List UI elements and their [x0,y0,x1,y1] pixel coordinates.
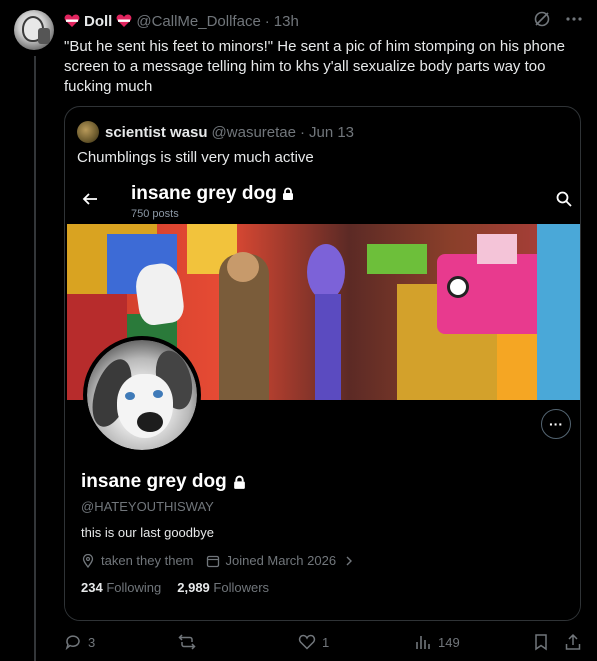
profile-top-title: insane grey dog [131,183,295,205]
post-count: 750 posts [131,208,179,220]
like-count: 1 [322,634,330,650]
post-actions: 3 1 149 [64,632,584,652]
author-avatar[interactable] [14,10,54,50]
grok-icon[interactable] [533,10,551,32]
profile-avatar [83,336,201,454]
profile-name-text: insane grey dog [81,471,227,492]
quote-author-avatar [77,121,99,143]
location-pin-icon [82,553,94,568]
quoted-post[interactable]: scientist wasu @wasuretae · Jun 13 Chumb… [64,106,581,621]
separator-dot: · [299,123,305,141]
views-button[interactable]: 149 [414,633,460,651]
calendar-icon [206,555,219,567]
thread-line [34,56,36,661]
bookmark-icon [535,634,547,651]
heart-icon [298,634,316,650]
profile-name: insane grey dog [81,471,247,493]
bookmark-button[interactable] [532,633,550,651]
author-handle[interactable]: @CallMe_Dollface [136,13,260,30]
like-button[interactable]: 1 [298,633,329,651]
following-stat: 234 Following [81,580,162,595]
quote-date: Jun 13 [308,123,355,141]
reply-icon [65,635,80,651]
heart-emoji-icon [64,14,80,28]
quote-text: Chumblings is still very much active [77,149,314,166]
lock-icon [282,187,293,200]
profile-top-bar: insane grey dog 750 posts [65,181,580,223]
avatar-art-detail [38,28,50,44]
profile-joined: Joined March 2026 [225,553,337,568]
views-chart-icon [416,636,430,649]
chevron-right-icon [346,556,353,565]
post-text: "But he sent his feet to minors!" He sen… [64,38,565,95]
quote-header: scientist wasu @wasuretae · Jun 13 [77,121,354,143]
quote-author-name: scientist wasu [105,123,208,141]
reply-button[interactable]: 3 [64,633,95,651]
share-button[interactable] [564,633,582,651]
heart-emoji-icon [116,14,132,28]
post-time[interactable]: 13h [274,13,299,30]
share-icon [565,633,581,650]
profile-top-name: insane grey dog [131,183,277,204]
profile-location: taken they them [101,553,194,568]
repost-icon [178,634,196,650]
more-options-icon[interactable] [565,10,583,32]
profile-more-button: ··· [541,409,571,439]
post-header: Doll @CallMe_Dollface · 13h [64,11,583,31]
reply-count: 3 [88,634,96,650]
separator-dot: · [264,12,270,30]
quote-author-handle: @wasuretae [211,123,296,141]
lock-icon [233,475,245,489]
profile-follow-stats: 234 Following 2,989 Followers [81,580,269,595]
back-arrow-icon [81,190,99,208]
followers-stat: 2,989 Followers [177,580,270,595]
attached-screenshot[interactable]: insane grey dog 750 posts ··· insane gre… [65,181,580,620]
profile-handle: @HATEYOUTHISWAY [81,499,214,514]
repost-button[interactable] [178,633,196,651]
search-icon [555,190,573,208]
view-count: 149 [438,634,460,650]
profile-bio: this is our last goodbye [81,525,214,540]
author-name[interactable]: Doll [84,13,112,30]
profile-meta: taken they them Joined March 2026 [81,553,356,568]
